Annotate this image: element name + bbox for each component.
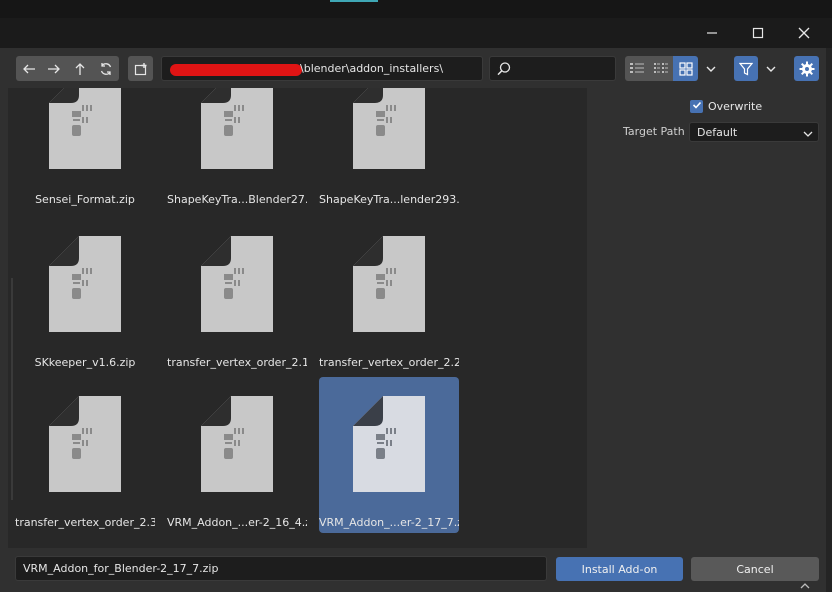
maximize-button[interactable] [735, 18, 781, 48]
region-divider [11, 278, 13, 500]
file-item[interactable]: transfer_vertex_order_2.1.... [167, 217, 307, 373]
minimize-button[interactable] [689, 18, 735, 48]
arrow-up-icon [74, 62, 86, 76]
arrow-right-icon [47, 63, 61, 75]
install-addon-button[interactable]: Install Add-on [556, 557, 683, 581]
back-button[interactable] [16, 56, 41, 81]
file-item[interactable]: ShapeKeyTra...lender293.zi [319, 88, 459, 210]
display-settings-dropdown[interactable] [699, 56, 723, 81]
forward-button[interactable] [41, 56, 67, 81]
file-item[interactable]: transfer_vertex_order_2.3.... [15, 377, 155, 533]
maximize-icon [752, 24, 764, 43]
target-path-select[interactable]: Default [689, 122, 819, 142]
refresh-button[interactable] [93, 56, 119, 81]
minimize-icon [706, 24, 718, 43]
active-tab-indicator [330, 0, 378, 2]
vertical-list-icon [629, 62, 645, 76]
redacted-path-segment [170, 64, 302, 76]
filter-search-field[interactable] [489, 56, 616, 81]
file-item[interactable]: ShapeKeyTra...Blender27.zi [167, 88, 307, 210]
file-item[interactable]: transfer_vertex_order_2.2.... [319, 217, 459, 373]
zip-file-icon [353, 396, 425, 492]
zip-file-icon [49, 236, 121, 332]
close-icon [798, 24, 810, 43]
horizontal-list-icon [653, 62, 669, 76]
zip-file-icon [49, 396, 121, 492]
search-icon [496, 61, 512, 80]
file-name: VRM_Addon_...er-2_16_4.zip [167, 516, 307, 529]
filter-toggle-button[interactable] [734, 56, 758, 81]
file-name: VRM_Addon_...er-2_17_7.zip [319, 516, 459, 529]
zip-file-icon [49, 88, 121, 169]
file-item[interactable]: SKkeeper_v1.6.zip [15, 217, 155, 373]
checkmark-icon [692, 100, 702, 113]
directory-path-field[interactable]: \blender\addon_installers\ [161, 56, 483, 81]
chevron-down-icon [803, 128, 813, 141]
refresh-icon [99, 62, 113, 76]
target-path-value: Default [697, 126, 738, 139]
window-title-bar [0, 18, 832, 48]
horizontal-list-view-button[interactable] [649, 56, 673, 81]
zip-file-icon [201, 236, 273, 332]
target-path-label: Target Path [623, 125, 685, 138]
filename-value: VRM_Addon_for_Blender-2_17_7.zip [23, 562, 219, 575]
parent-directory-button[interactable] [67, 56, 93, 81]
arrow-left-icon [22, 63, 36, 75]
file-grid: Sensei_Format.zip ShapeKeyTra...Blender27… [8, 88, 587, 548]
file-item[interactable]: Sensei_Format.zip [15, 88, 155, 210]
cancel-button[interactable]: Cancel [691, 557, 819, 581]
grid-icon [678, 61, 693, 76]
file-name: ShapeKeyTra...lender293.zi [319, 193, 459, 206]
funnel-icon [739, 62, 753, 76]
file-name: Sensei_Format.zip [35, 193, 135, 206]
file-name: transfer_vertex_order_2.3.... [15, 516, 155, 529]
app-top-strip [0, 0, 832, 18]
close-window-button[interactable] [781, 18, 827, 48]
zip-file-icon [353, 236, 425, 332]
new-directory-button[interactable] [128, 56, 153, 81]
file-item[interactable]: VRM_Addon_...er-2_17_7.zip [319, 377, 459, 533]
file-name: ShapeKeyTra...Blender27.zi [167, 193, 307, 206]
corner-expand-icon[interactable] [800, 580, 810, 592]
chevron-down-icon [706, 65, 716, 73]
file-name: transfer_vertex_order_2.1.... [167, 356, 307, 369]
file-name: SKkeeper_v1.6.zip [34, 356, 136, 369]
chevron-down-icon [766, 65, 776, 73]
thumbnail-view-button[interactable] [673, 56, 698, 81]
zip-file-icon [353, 88, 425, 169]
overwrite-option[interactable]: Overwrite [690, 100, 762, 113]
zip-file-icon [201, 88, 273, 169]
settings-button[interactable] [794, 56, 819, 81]
file-name: transfer_vertex_order_2.2.... [319, 356, 459, 369]
file-item[interactable]: VRM_Addon_...er-2_16_4.zip [167, 377, 307, 533]
gear-icon [799, 61, 815, 77]
zip-file-icon [201, 396, 273, 492]
overwrite-label: Overwrite [708, 100, 763, 113]
overwrite-checkbox[interactable] [690, 100, 703, 113]
vertical-list-view-button[interactable] [625, 56, 649, 81]
dialog-right-edge [826, 48, 832, 592]
filter-settings-dropdown[interactable] [759, 56, 783, 81]
filename-field[interactable]: VRM_Addon_for_Blender-2_17_7.zip [15, 556, 547, 581]
new-folder-icon [134, 62, 148, 76]
directory-path-text: \blender\addon_installers\ [300, 62, 444, 75]
